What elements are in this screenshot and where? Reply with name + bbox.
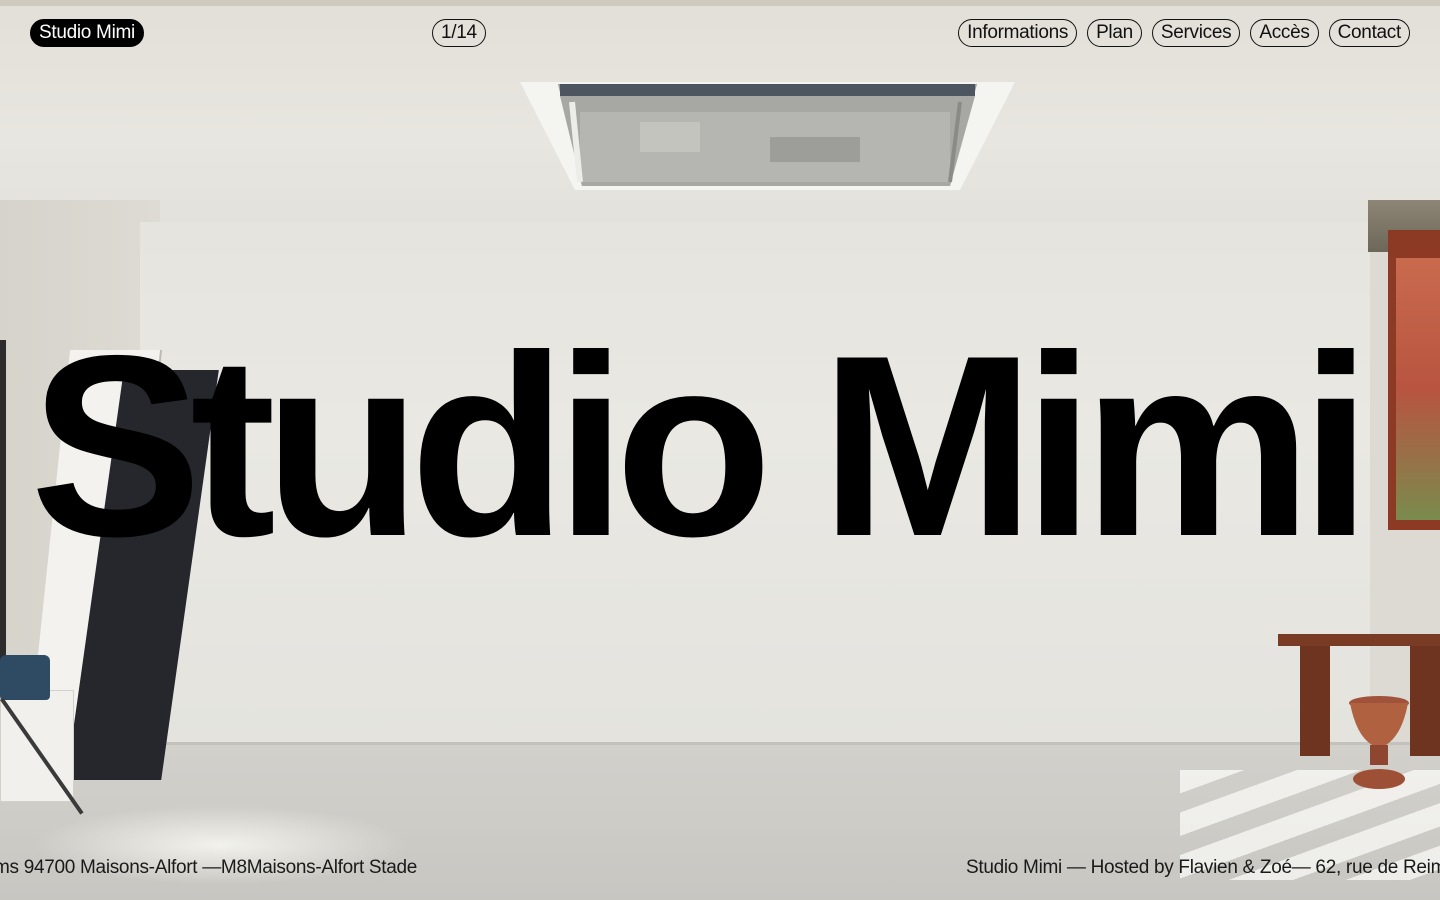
blue-bag bbox=[0, 655, 50, 700]
wooden-bench bbox=[1278, 634, 1440, 646]
nav-informations-link[interactable]: Informations bbox=[958, 19, 1078, 47]
brand-logo-button[interactable]: Studio Mimi bbox=[30, 19, 144, 47]
nav-contact-link[interactable]: Contact bbox=[1328, 19, 1410, 47]
floor-line bbox=[0, 742, 1440, 745]
slide-counter: 1/14 bbox=[432, 19, 486, 47]
address-ticker-left: ms 94700 Maisons-Alfort —M8Maisons-Alfor… bbox=[0, 857, 418, 878]
address-ticker-right: Studio Mimi — Hosted by Flavien & Zoé— 6… bbox=[966, 857, 1440, 878]
nav-plan-link[interactable]: Plan bbox=[1087, 19, 1142, 47]
bench-leg bbox=[1410, 646, 1440, 756]
hero-title: Studio Mimi bbox=[30, 301, 1372, 590]
wooden-stool bbox=[1349, 696, 1409, 789]
nav-services-link[interactable]: Services bbox=[1151, 19, 1241, 47]
skylight bbox=[520, 82, 1015, 190]
main-nav: Informations Plan Services Accès Contact bbox=[958, 19, 1410, 47]
ceiling-trim bbox=[0, 0, 1440, 6]
nav-acces-link[interactable]: Accès bbox=[1250, 19, 1319, 47]
bench-leg bbox=[1300, 646, 1330, 756]
